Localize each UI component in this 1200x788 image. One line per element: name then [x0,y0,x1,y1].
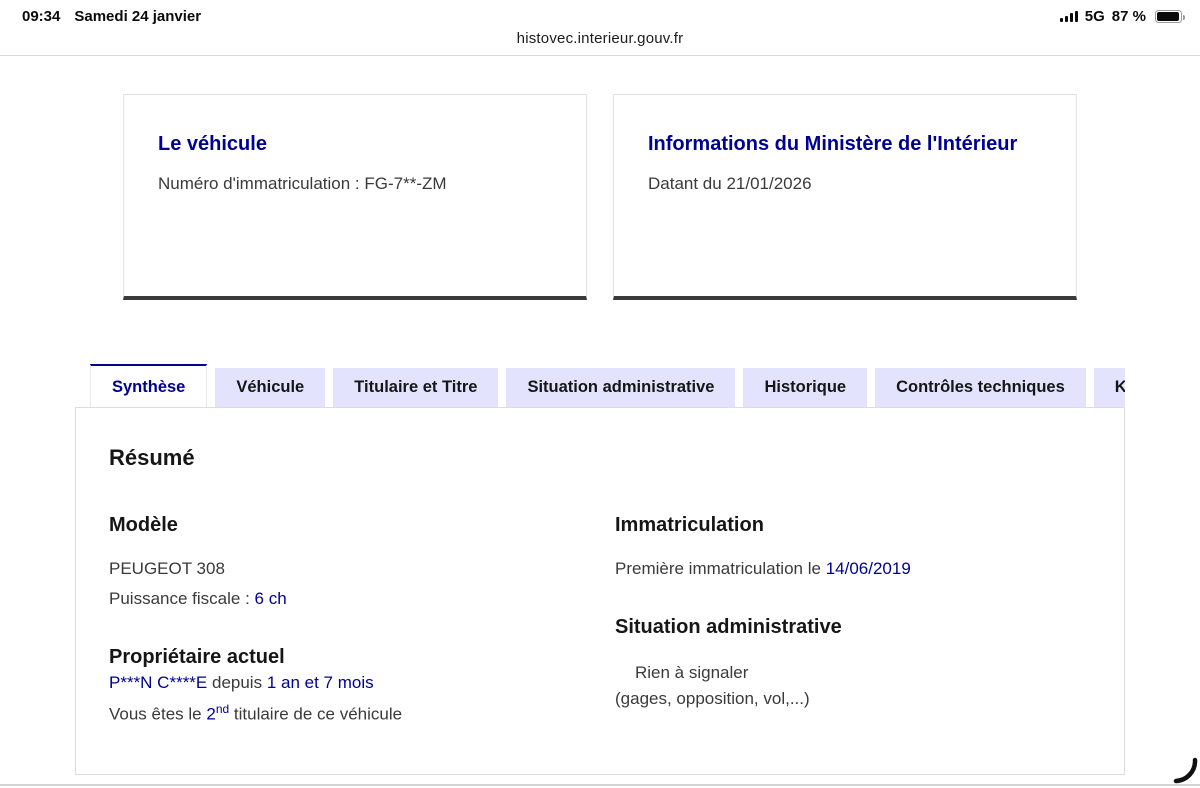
battery-icon [1155,10,1185,23]
bottom-divider [0,784,1200,786]
status-bar-right: 5G 87 % [1059,8,1185,25]
admin-status-value: Rien à signaler [635,663,749,682]
fiscal-power-label: Puissance fiscale : [109,589,255,608]
tab-situation-administrative[interactable]: Situation administrative [506,368,736,407]
cellular-signal-icon [1059,11,1078,22]
holder-number: 2 [206,704,216,724]
fiscal-power-line: Puissance fiscale : 6 ch [109,589,585,609]
vehicle-card: Le véhicule Numéro d'immatriculation : F… [123,94,587,300]
report-tabs-section: Synthèse Véhicule Titulaire et Titre Sit… [75,364,1125,775]
address-bar[interactable]: histovec.interieur.gouv.fr [0,30,1200,47]
tab-controles-techniques[interactable]: Contrôles techniques [875,368,1086,407]
status-bar-left: 09:34 Samedi 24 janvier [22,8,201,25]
ministry-card: Informations du Ministère de l'Intérieur… [613,94,1077,300]
holder-ordinal: nd [215,702,230,716]
holder-rank-line: Vous êtes le 2nd titulaire de ce véhicul… [109,699,585,725]
holder-prefix: Vous êtes le [109,704,207,724]
histovec-safari-screen: 09:34 Samedi 24 janvier 5G 87 % histovec… [0,0,1200,788]
date-label: Samedi 24 janvier [74,8,202,25]
synthese-panel: Résumé Modèle PEUGEOT 308 Puissance fisc… [75,407,1125,775]
first-registration-date: 14/06/2019 [825,559,911,578]
network-type-label: 5G [1084,8,1105,25]
tab-historique[interactable]: Historique [743,368,868,407]
vehicle-card-plate: Numéro d'immatriculation : FG-7**-ZM [158,174,447,193]
first-registration-line: Première immatriculation le 14/06/2019 [615,559,1091,579]
owner-name: P***N C****E [109,673,208,692]
right-column: Immatriculation Première immatriculation… [615,513,1091,725]
modele-heading: Modèle [109,514,178,536]
fiscal-power-value: 6 ch [254,589,287,608]
ministry-card-date: Datant du 21/01/2026 [648,174,812,193]
owner-since-value: 1 an et 7 mois [266,673,374,692]
left-column: Modèle PEUGEOT 308 Puissance fiscale : 6… [109,513,585,725]
loading-spinner-icon [1173,757,1198,784]
situation-administrative-heading: Situation administrative [615,616,842,638]
tab-kilometrage[interactable]: Kilométrage [1093,368,1125,407]
tab-titulaire-et-titre[interactable]: Titulaire et Titre [333,368,499,407]
owner-line: P***N C****E depuis 1 an et 7 mois [109,673,585,693]
first-registration-label: Première immatriculation le [615,559,826,578]
owner-since-label: depuis [207,673,267,692]
tab-bar: Synthèse Véhicule Titulaire et Titre Sit… [75,364,1125,407]
header-cards: Le véhicule Numéro d'immatriculation : F… [123,94,1077,300]
admin-status-note: (gages, opposition, vol,...) [615,689,810,708]
vehicle-card-title: Le véhicule [158,133,267,155]
tab-synthese[interactable]: Synthèse [90,364,208,407]
immatriculation-heading: Immatriculation [615,514,764,536]
tab-vehicule[interactable]: Véhicule [215,368,326,407]
resume-heading: Résumé [109,445,195,470]
proprietaire-heading: Propriétaire actuel [109,646,285,668]
clock: 09:34 [22,8,61,25]
model-name: PEUGEOT 308 [109,559,225,578]
holder-suffix: titulaire de ce véhicule [229,704,403,724]
battery-percent-label: 87 % [1111,8,1146,25]
browser-top-bar: 09:34 Samedi 24 janvier 5G 87 % histovec… [0,0,1200,56]
ministry-card-title: Informations du Ministère de l'Intérieur [648,133,1018,155]
